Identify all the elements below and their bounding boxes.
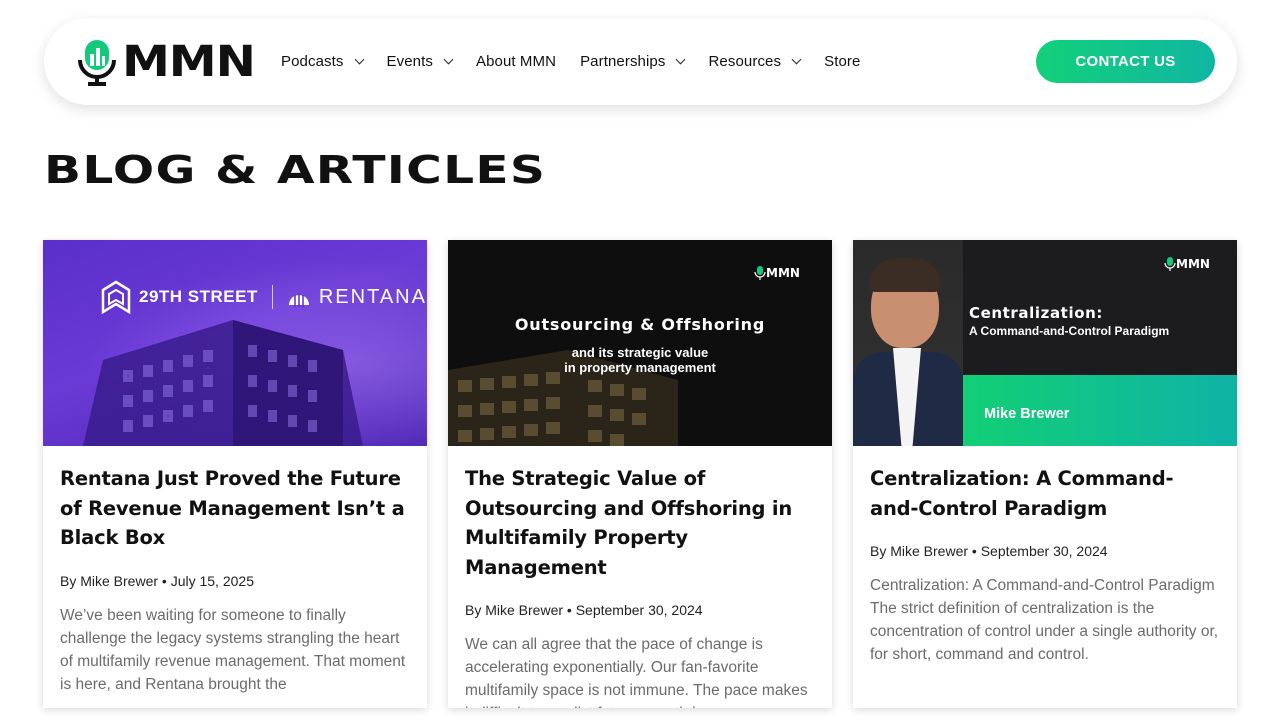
nav-label: Events (386, 53, 433, 70)
nav-label: Resources (708, 53, 782, 70)
nav-item-partnerships[interactable]: Partnerships (580, 53, 686, 70)
author-band-name: Mike Brewer (984, 406, 1070, 422)
thumbnail-headline: Centralization: (969, 304, 1103, 322)
article-grid: 29TH STREET RENTANA Rentana Just Proved … (43, 240, 1237, 708)
nav-label: About MMN (475, 53, 557, 70)
page-title: BLOG & ARTICLES (44, 148, 547, 192)
hair-shape (869, 258, 941, 292)
article-excerpt: Centralization: A Command-and-Control Pa… (870, 577, 1219, 663)
chevron-down-icon (443, 54, 454, 65)
nav-item-store[interactable]: Store (824, 53, 860, 70)
main-nav: Podcasts Events About MMN Partnerships R… (281, 18, 884, 105)
article-meta: By Mike Brewer • September 30, 2024 (870, 543, 1108, 559)
thumbnail-subline-1: and its strategic value (571, 345, 709, 360)
logo-text: MMN (122, 36, 256, 87)
mini-logo-text: MMN (766, 266, 800, 280)
partner-brands: 29TH STREET RENTANA (101, 280, 427, 314)
contact-us-button[interactable]: CONTACT US (1036, 40, 1215, 83)
microphone-icon (754, 266, 766, 280)
article-excerpt: We’ve been waiting for someone to finall… (60, 606, 406, 693)
brand-divider (271, 285, 273, 309)
nav-label: Podcasts (281, 53, 344, 70)
author-band: Mike Brewer (963, 375, 1237, 446)
thumbnail-headline: Outsourcing & Offshoring (514, 315, 766, 334)
thumbnail-subline-2: in property management (564, 360, 716, 375)
article-title[interactable]: Rentana Just Proved the Future of Revenu… (60, 464, 410, 553)
nav-item-events[interactable]: Events (386, 53, 454, 70)
article-thumbnail[interactable]: 29TH STREET RENTANA (43, 240, 427, 446)
article-meta: By Mike Brewer • September 30, 2024 (465, 602, 703, 618)
author-photo (853, 240, 963, 446)
mmn-logo[interactable]: MMN (76, 37, 256, 87)
article-card[interactable]: MMN Centralization: A Command-and-Contro… (853, 240, 1237, 708)
nav-label: Store (824, 53, 861, 70)
nav-item-resources[interactable]: Resources (708, 53, 802, 70)
29th-street-logo-icon (101, 280, 131, 314)
article-thumbnail[interactable]: MMN Outsourcing & Offshoring and its str… (448, 240, 832, 446)
nav-item-podcasts[interactable]: Podcasts (281, 53, 364, 70)
chevron-down-icon (791, 54, 802, 65)
article-excerpt: We can all agree that the pace of change… (465, 636, 808, 708)
mmn-mini-logo: MMN (754, 266, 800, 280)
article-card[interactable]: 29TH STREET RENTANA Rentana Just Proved … (43, 240, 427, 708)
building-illustration (83, 320, 363, 446)
mini-logo-text: MMN (1176, 257, 1210, 271)
article-meta: By Mike Brewer • July 15, 2025 (60, 572, 254, 589)
microphone-icon (1164, 257, 1176, 271)
chevron-down-icon (676, 54, 686, 65)
article-thumbnail[interactable]: MMN Centralization: A Command-and-Contro… (853, 240, 1237, 446)
brand-rentana: RENTANA (318, 285, 427, 308)
chevron-down-icon (354, 54, 364, 65)
article-card[interactable]: MMN Outsourcing & Offshoring and its str… (448, 240, 832, 708)
nav-label: Partnerships (580, 53, 666, 70)
site-header: MMN Podcasts Events About MMN Partnershi… (44, 18, 1237, 105)
article-title[interactable]: Centralization: A Command-and-Control Pa… (870, 464, 1220, 523)
thumbnail-subline: A Command-and-Control Paradigm (969, 324, 1170, 338)
article-title[interactable]: The Strategic Value of Outsourcing and O… (465, 464, 815, 582)
mmn-mini-logo: MMN (1164, 257, 1210, 271)
microphone-icon (78, 40, 116, 86)
brand-29th-street: 29TH STREET (139, 287, 258, 306)
thumbnail-subline: and its strategic value in property mana… (448, 345, 832, 375)
nav-item-about[interactable]: About MMN (476, 53, 556, 70)
rentana-logo-icon (288, 293, 309, 307)
